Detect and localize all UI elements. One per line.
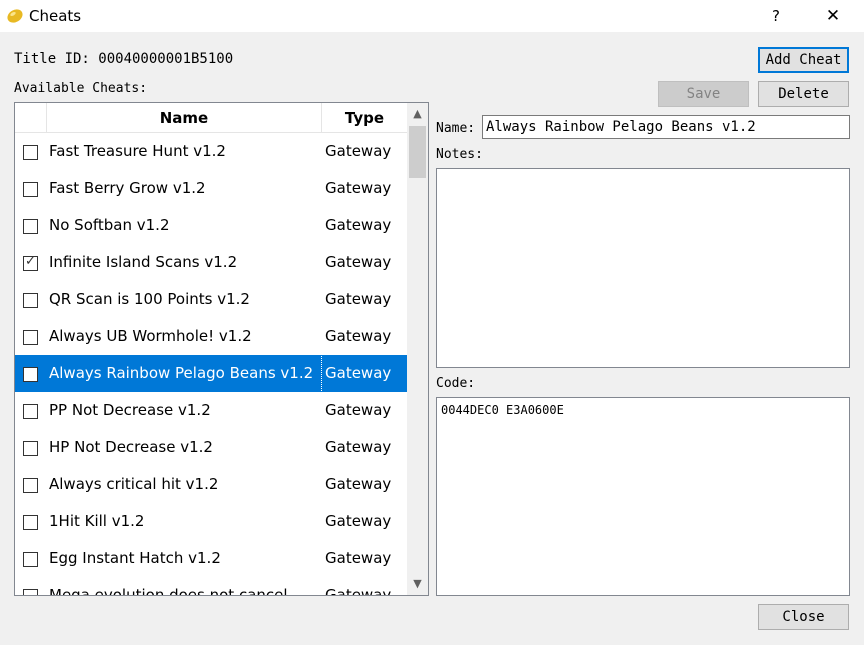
code-field[interactable]: 0044DEC0 E3A0600E <box>436 397 850 596</box>
code-label: Code: <box>436 376 476 391</box>
cheat-row[interactable]: Always UB Wormhole! v1.2 Gateway <box>15 318 407 355</box>
delete-button[interactable]: Delete <box>758 81 849 107</box>
cheat-row[interactable]: HP Not Decrease v1.2 Gateway <box>15 429 407 466</box>
cheat-type: Gateway <box>325 327 392 345</box>
cheat-row[interactable]: 1Hit Kill v1.2 Gateway <box>15 503 407 540</box>
cheat-name: QR Scan is 100 Points v1.2 <box>49 290 250 308</box>
cheat-name: 1Hit Kill v1.2 <box>49 512 145 530</box>
cheat-enable-checkbox[interactable] <box>23 515 38 530</box>
cheat-name: Always UB Wormhole! v1.2 <box>49 327 252 345</box>
cheat-type: Gateway <box>325 475 392 493</box>
name-label: Name: <box>436 121 476 136</box>
cheat-enable-checkbox[interactable] <box>23 404 38 419</box>
cheat-enable-checkbox[interactable] <box>23 145 38 160</box>
cheat-row[interactable]: Mega evolution does not cancel Gateway <box>15 577 407 596</box>
focus-outline <box>321 356 322 391</box>
window-close-button[interactable]: ✕ <box>808 0 858 32</box>
cheat-row[interactable]: Fast Berry Grow v1.2 Gateway <box>15 170 407 207</box>
cheat-name: Always critical hit v1.2 <box>49 475 219 493</box>
help-button[interactable]: ? <box>756 0 796 32</box>
cheat-name: Fast Berry Grow v1.2 <box>49 179 206 197</box>
cheat-enable-checkbox[interactable] <box>23 330 38 345</box>
scroll-thumb[interactable] <box>409 126 426 178</box>
add-cheat-button[interactable]: Add Cheat <box>758 47 849 73</box>
cheat-name: Infinite Island Scans v1.2 <box>49 253 238 271</box>
save-button[interactable]: Save <box>658 81 749 107</box>
cheat-row[interactable]: PP Not Decrease v1.2 Gateway <box>15 392 407 429</box>
cheat-name: No Softban v1.2 <box>49 216 170 234</box>
cheat-name: Always Rainbow Pelago Beans v1.2 <box>49 364 314 382</box>
cheat-type: Gateway <box>325 438 392 456</box>
cheat-name: Fast Treasure Hunt v1.2 <box>49 142 226 160</box>
cheat-enable-checkbox[interactable] <box>23 367 38 382</box>
cheat-row[interactable]: Fast Treasure Hunt v1.2 Gateway <box>15 133 407 170</box>
cheat-enable-checkbox[interactable] <box>23 478 38 493</box>
checkmark-icon: ✓ <box>25 254 36 269</box>
list-scrollbar[interactable]: ▲ ▼ <box>407 103 428 595</box>
cheat-name: HP Not Decrease v1.2 <box>49 438 213 456</box>
list-header: Name Type <box>15 103 407 133</box>
scroll-up-arrow-icon[interactable]: ▲ <box>407 103 428 125</box>
cheat-row[interactable]: Always Rainbow Pelago Beans v1.2 Gateway <box>15 355 407 392</box>
cheat-row[interactable]: ✓ Infinite Island Scans v1.2 Gateway <box>15 244 407 281</box>
cheat-name: PP Not Decrease v1.2 <box>49 401 211 419</box>
available-cheats-label: Available Cheats: <box>14 81 148 96</box>
app-icon <box>7 9 23 23</box>
cheat-type: Gateway <box>325 586 392 596</box>
notes-label: Notes: <box>436 147 483 162</box>
cheat-name: Egg Instant Hatch v1.2 <box>49 549 221 567</box>
cheat-type: Gateway <box>325 142 392 160</box>
cheat-type: Gateway <box>325 401 392 419</box>
cheat-type: Gateway <box>325 179 392 197</box>
cheat-type: Gateway <box>325 216 392 234</box>
cheat-row[interactable]: No Softban v1.2 Gateway <box>15 207 407 244</box>
cheat-row[interactable]: Always critical hit v1.2 Gateway <box>15 466 407 503</box>
window-title: Cheats <box>29 7 82 25</box>
cheat-row[interactable]: Egg Instant Hatch v1.2 Gateway <box>15 540 407 577</box>
cheat-type: Gateway <box>325 290 392 308</box>
cheat-enable-checkbox[interactable] <box>23 552 38 567</box>
cheat-enable-checkbox[interactable]: ✓ <box>23 254 38 271</box>
column-header-type[interactable]: Type <box>322 103 407 133</box>
title-id-label: Title ID: 00040000001B5100 <box>14 51 234 67</box>
name-field[interactable]: Always Rainbow Pelago Beans v1.2 <box>482 115 850 139</box>
cheat-row[interactable]: QR Scan is 100 Points v1.2 Gateway <box>15 281 407 318</box>
cheat-type: Gateway <box>325 549 392 567</box>
cheat-type: Gateway <box>325 364 392 382</box>
cheat-list[interactable]: Name Type Fast Treasure Hunt v1.2 Gateway… <box>14 102 429 596</box>
cheat-enable-checkbox[interactable] <box>23 589 38 595</box>
close-button[interactable]: Close <box>758 604 849 630</box>
notes-field[interactable] <box>436 168 850 368</box>
cheat-enable-checkbox[interactable] <box>23 293 38 308</box>
cheat-enable-checkbox[interactable] <box>23 182 38 197</box>
cheat-type: Gateway <box>325 512 392 530</box>
cheat-name: Mega evolution does not cancel <box>49 586 288 596</box>
cheat-type: Gateway <box>325 253 392 271</box>
scroll-down-arrow-icon[interactable]: ▼ <box>407 573 428 595</box>
column-header-name[interactable]: Name <box>46 103 322 133</box>
title-bar: Cheats ? ✕ <box>0 0 864 32</box>
cheat-enable-checkbox[interactable] <box>23 219 38 234</box>
cheat-enable-checkbox[interactable] <box>23 441 38 456</box>
